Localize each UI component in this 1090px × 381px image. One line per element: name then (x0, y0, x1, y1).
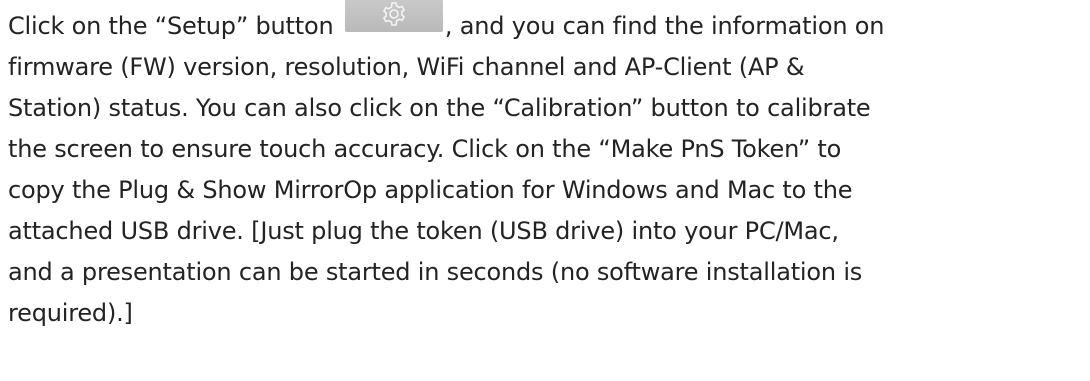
setup-button-image (344, 0, 443, 32)
paragraph-text: , and you can find the information on (444, 12, 885, 40)
paragraph-line: attached USB drive. [Just plug the token… (8, 217, 839, 245)
paragraph-line: Click on the “Setup” button , and you ca… (8, 0, 1086, 47)
paragraph-line: firmware (FW) version, resolution, WiFi … (8, 53, 805, 81)
instruction-paragraph: Click on the “Setup” button , and you ca… (8, 0, 1086, 334)
paragraph-line: the screen to ensure touch accuracy. Cli… (8, 135, 842, 163)
paragraph-line: and a presentation can be started in sec… (8, 258, 863, 286)
paragraph-text: Click on the “Setup” button (8, 12, 334, 40)
paragraph-line: copy the Plug & Show MirrorOp applicatio… (8, 176, 853, 204)
paragraph-line: required).] (8, 299, 133, 327)
paragraph-line: Station) status. You can also click on t… (8, 94, 871, 122)
gear-icon (382, 2, 406, 26)
